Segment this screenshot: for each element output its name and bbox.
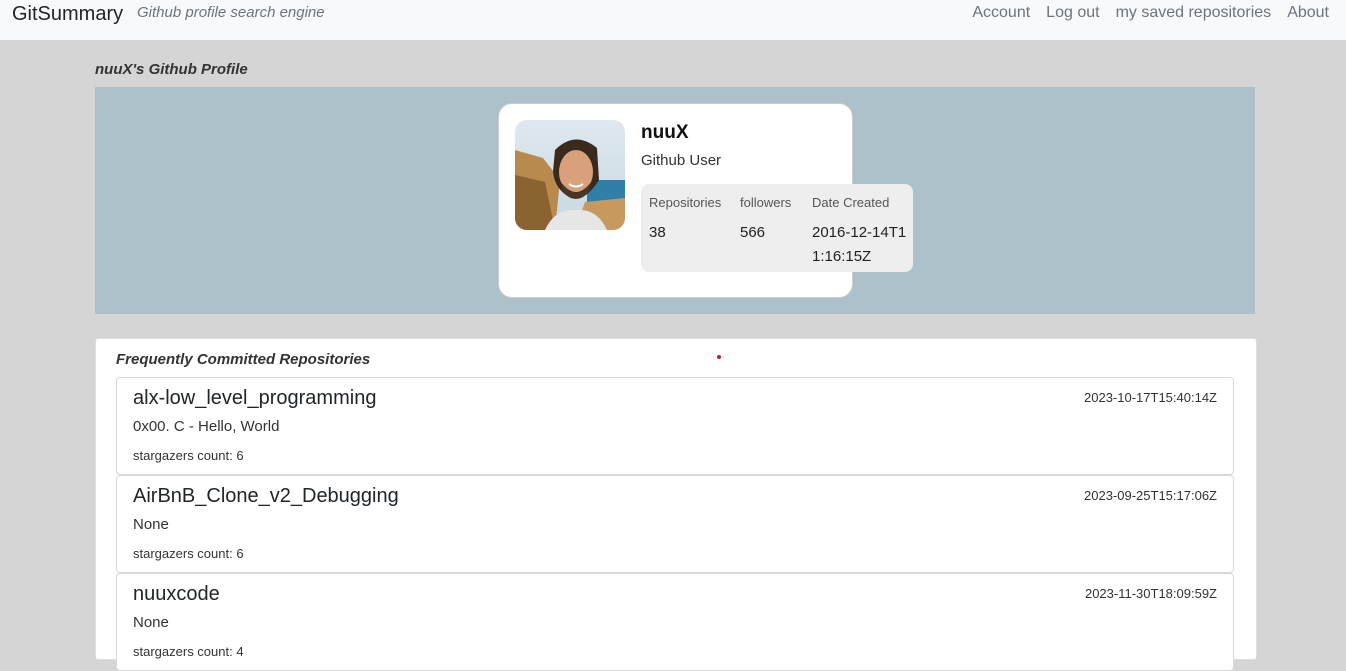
profile-username: nuuX	[641, 122, 689, 143]
stat-date-created-label: Date Created	[812, 195, 890, 210]
repo-date: 2023-09-25T15:17:06Z	[1084, 488, 1217, 503]
profile-banner: nuuX Github User Repositories 38 followe…	[95, 87, 1255, 314]
repo-date: 2023-11-30T18:09:59Z	[1084, 586, 1217, 601]
nav-link-saved-repositories[interactable]: my saved repositories	[1116, 3, 1272, 23]
tagline: Github profile search engine	[137, 4, 325, 21]
repo-name[interactable]: nuuxcode	[133, 583, 220, 606]
repo-description: None	[133, 516, 169, 533]
nav-link-logout[interactable]: Log out	[1046, 3, 1099, 23]
profile-stats: Repositories 38 followers 566 Date Creat…	[641, 184, 913, 272]
repo-description: None	[133, 614, 169, 631]
nav-link-account[interactable]: Account	[972, 3, 1030, 23]
brand-logo-link[interactable]: GitSummary	[12, 2, 123, 26]
repo-stargazers: stargazers count: 4	[133, 644, 244, 659]
nav-links: Account Log out my saved repositories Ab…	[956, 3, 1329, 23]
profile-user-type: Github User	[641, 152, 722, 169]
repo-name[interactable]: AirBnB_Clone_v2_Debugging	[133, 485, 399, 508]
stat-repositories-label: Repositories	[649, 195, 722, 210]
repo-card[interactable]: AirBnB_Clone_v2_Debugging 2023-09-25T15:…	[116, 475, 1234, 573]
repo-card[interactable]: nuuxcode 2023-11-30T18:09:59Z None starg…	[116, 573, 1234, 671]
repositories-heading: Frequently Committed Repositories	[116, 351, 371, 368]
repo-stargazers: stargazers count: 6	[133, 546, 244, 561]
stat-repositories-value: 38	[649, 224, 666, 241]
repo-date: 2023-10-17T15:40:14Z	[1084, 390, 1217, 405]
repo-card[interactable]: alx-low_level_programming 2023-10-17T15:…	[116, 377, 1234, 475]
profile-heading: nuuX's Github Profile	[95, 61, 248, 78]
stat-followers-label: followers	[740, 195, 792, 210]
profile-card: nuuX Github User Repositories 38 followe…	[498, 103, 913, 298]
nav-link-about[interactable]: About	[1287, 3, 1329, 23]
top-navbar: GitSummary Github profile search engine …	[0, 0, 1346, 40]
repo-description: 0x00. C - Hello, World	[133, 418, 280, 435]
avatar-photo	[515, 120, 625, 230]
avatar	[515, 120, 625, 230]
red-dot-marker	[717, 355, 721, 359]
stat-date-created-value: 2016-12-14T11:16:15Z	[812, 224, 907, 265]
repo-name[interactable]: alx-low_level_programming	[133, 387, 376, 410]
stat-followers-value: 566	[740, 224, 766, 241]
repositories-panel: Frequently Committed Repositories alx-lo…	[95, 338, 1257, 671]
repo-stargazers: stargazers count: 6	[133, 448, 244, 463]
